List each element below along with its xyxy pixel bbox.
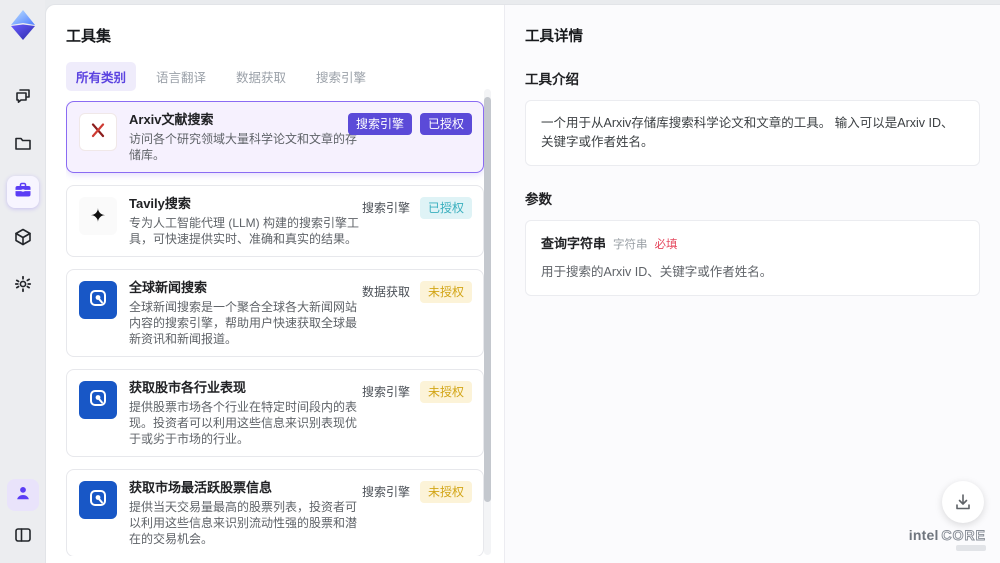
sidebar-item-chat[interactable]	[7, 82, 39, 114]
tool-auth-badge: 已授权	[419, 113, 472, 135]
chat-icon	[13, 86, 33, 111]
download-button[interactable]	[942, 481, 984, 523]
sidebar-item-user[interactable]	[6, 479, 39, 511]
tool-badges: 搜索引擎 已授权	[360, 197, 472, 219]
app-logo	[6, 8, 40, 42]
tool-description: 全球新闻搜索是一个聚合全球各大新闻网站内容的搜索引擎，帮助用户快速获取全球最新资…	[129, 300, 358, 346]
page-title: 工具集	[66, 28, 112, 45]
sidebar-item-folder[interactable]	[7, 129, 39, 161]
tool-details-panel: 工具详情 工具介绍 一个用于从Arxiv存储库搜索科学论文和文章的工具。 输入可…	[505, 5, 1000, 563]
intro-heading: 工具介绍	[525, 72, 579, 87]
tools-panel: 工具集 所有类别 语言翻译 数据获取 搜索引擎 Arxiv文献搜索 访问各个研究领域大…	[46, 5, 504, 563]
intro-box: 一个用于从Arxiv存储库搜索科学论文和文章的工具。 输入可以是Arxiv ID…	[525, 100, 980, 166]
intel-badge	[956, 545, 986, 551]
tool-category-badge: 搜索引擎	[361, 201, 410, 215]
param-name: 查询字符串	[541, 235, 607, 251]
param-type: 字符串	[613, 238, 648, 251]
tool-card-1[interactable]: ✦ Tavily搜索 专为人工智能代理 (LLM) 构建的搜索引擎工具，可快速提…	[66, 185, 484, 257]
list-scrollbar[interactable]	[484, 89, 491, 555]
sidebar-bottom	[6, 479, 39, 553]
bluenews-tile	[79, 281, 117, 319]
tab-3[interactable]: 搜索引擎	[306, 62, 376, 91]
news-search-icon	[87, 287, 109, 314]
sidebar-item-panel-toggle[interactable]	[7, 521, 39, 553]
intel-core-logo: intel core	[909, 528, 986, 551]
sidebar-item-cube[interactable]	[7, 223, 39, 255]
tool-card-4[interactable]: 获取市场最活跃股票信息 提供当天交易量最高的股票列表，投资者可以利用这些信息来识…	[66, 469, 484, 556]
params-heading: 参数	[525, 191, 552, 207]
tool-category-badge: 搜索引擎	[361, 385, 410, 399]
intro-text: 一个用于从Arxiv存储库搜索科学论文和文章的工具。 输入可以是Arxiv ID…	[541, 116, 954, 149]
category-tabs: 所有类别 语言翻译 数据获取 搜索引擎	[66, 62, 504, 91]
param-required-badge: 必填	[654, 238, 678, 251]
tab-0[interactable]: 所有类别	[66, 62, 137, 91]
scrollbar-thumb[interactable]	[484, 97, 491, 503]
tool-badges: 搜索引擎 已授权	[347, 113, 472, 135]
tool-auth-badge: 未授权	[419, 481, 472, 503]
tool-description: 访问各个研究领域大量科学论文和文章的存储库。	[129, 132, 358, 162]
intel-wordmark: intel	[908, 527, 939, 543]
news-search-icon	[87, 487, 109, 514]
folder-icon	[13, 133, 33, 158]
user-icon	[14, 484, 32, 507]
bluenews-tile	[79, 481, 117, 519]
tavily-star-icon: ✦	[90, 205, 106, 227]
tavily-tile: ✦	[79, 197, 117, 235]
main-panel: 工具集 所有类别 语言翻译 数据获取 搜索引擎 Arxiv文献搜索 访问各个研究领域大…	[45, 4, 1000, 563]
briefcase-icon	[13, 180, 33, 205]
bluenews-tile	[79, 381, 117, 419]
tool-description: 专为人工智能代理 (LLM) 构建的搜索引擎工具，可快速提供实时、准确和真实的结…	[129, 216, 360, 246]
tool-auth-badge: 未授权	[419, 381, 472, 403]
param-description: 用于搜索的Arxiv ID、关键字或作者姓名。	[541, 264, 773, 279]
sidebar-nav	[6, 82, 39, 302]
tool-card-3[interactable]: 获取股市各行业表现 提供股票市场各个行业在特定时间段内的表现。投资者可以利用这些…	[66, 369, 484, 457]
tab-2[interactable]: 数据获取	[226, 62, 296, 91]
app-sidebar	[0, 0, 45, 563]
tool-category-badge: 数据获取	[361, 285, 410, 299]
tool-name: Tavily搜索	[129, 196, 191, 211]
arxiv-tile	[79, 113, 117, 151]
tool-auth-badge: 已授权	[419, 197, 472, 219]
tool-category-badge: 搜索引擎	[361, 485, 410, 499]
tool-card-0[interactable]: Arxiv文献搜索 访问各个研究领域大量科学论文和文章的存储库。 搜索引擎 已授…	[66, 101, 484, 173]
core-wordmark: core	[941, 527, 986, 543]
panel-toggle-icon	[13, 525, 33, 550]
gear-icon	[13, 274, 33, 299]
tool-badges: 数据获取 未授权	[360, 281, 472, 303]
tool-list: Arxiv文献搜索 访问各个研究领域大量科学论文和文章的存储库。 搜索引擎 已授…	[66, 101, 484, 556]
tool-auth-badge: 未授权	[419, 281, 472, 303]
tool-name: Arxiv文献搜索	[129, 112, 214, 127]
download-icon	[956, 494, 970, 510]
sidebar-item-gear[interactable]	[7, 270, 39, 302]
tab-1[interactable]: 语言翻译	[146, 62, 216, 91]
cube-icon	[13, 227, 33, 252]
tool-name: 获取市场最活跃股票信息	[129, 480, 273, 495]
tool-name: 获取股市各行业表现	[129, 380, 247, 395]
tool-description: 提供当天交易量最高的股票列表，投资者可以利用这些信息来识别流动性强的股票和潜在的…	[129, 500, 358, 546]
news-search-icon	[87, 387, 109, 414]
tool-description: 提供股票市场各个行业在特定时间段内的表现。投资者可以利用这些信息来识别表现优于或…	[129, 400, 358, 446]
tool-card-2[interactable]: 全球新闻搜索 全球新闻搜索是一个聚合全球各大新闻网站内容的搜索引擎，帮助用户快速…	[66, 269, 484, 357]
arxiv-icon	[88, 120, 108, 145]
tool-badges: 搜索引擎 未授权	[360, 481, 472, 503]
tool-badges: 搜索引擎 未授权	[360, 381, 472, 403]
details-title: 工具详情	[525, 29, 583, 45]
param-box: 查询字符串 字符串 必填 用于搜索的Arxiv ID、关键字或作者姓名。	[525, 219, 980, 296]
sidebar-item-briefcase[interactable]	[6, 176, 39, 208]
tool-category-badge: 搜索引擎	[347, 113, 412, 135]
tool-name: 全球新闻搜索	[129, 280, 208, 295]
